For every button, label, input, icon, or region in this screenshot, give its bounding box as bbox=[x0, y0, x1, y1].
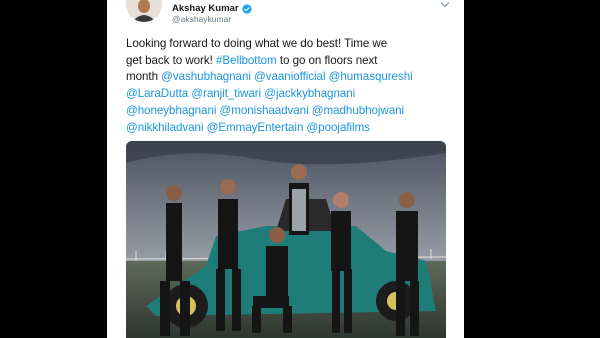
avatar[interactable] bbox=[126, 0, 162, 22]
hashtag-link[interactable]: #Bellbottom bbox=[216, 54, 277, 67]
mention-link[interactable]: @EmmayEntertain bbox=[207, 121, 304, 134]
tweet-text-line: @nikkhiladvani @EmmayEntertain @poojafil… bbox=[126, 120, 456, 137]
tweet-card: Akshay Kumar @akshaykumar Looking forwar… bbox=[107, 0, 464, 338]
tweet-text-segment: to go on floors next bbox=[276, 53, 378, 67]
mention-link[interactable]: @humasqureshi bbox=[329, 70, 413, 83]
mention-link[interactable]: @ranjit_tiwari bbox=[191, 87, 261, 100]
mention-link[interactable]: @honeybhagnani bbox=[126, 104, 216, 117]
tweet-photo[interactable] bbox=[126, 141, 446, 338]
mention-link[interactable]: @LaraDutta bbox=[126, 87, 188, 100]
mention-link[interactable]: @nikkhiladvani bbox=[126, 121, 204, 134]
mention-link[interactable]: @vaaniofficial bbox=[254, 70, 326, 83]
verified-badge-icon bbox=[241, 3, 252, 14]
mention-link[interactable]: @jackkybhagnani bbox=[264, 87, 355, 100]
tweet-text-line: month @vashubhagnani @vaaniofficial @hum… bbox=[126, 69, 456, 86]
tweet-text-line: get back to work! #Bellbottom to go on f… bbox=[126, 53, 456, 70]
user-handle[interactable]: @akshaykumar bbox=[172, 14, 231, 24]
mention-link[interactable]: @madhubhojwani bbox=[312, 104, 404, 117]
display-name[interactable]: Akshay Kumar bbox=[172, 3, 239, 14]
author-name-row: Akshay Kumar bbox=[172, 3, 252, 14]
tweet-text-line: @LaraDutta @ranjit_tiwari @jackkybhagnan… bbox=[126, 86, 456, 103]
tweet-text-segment: get back to work! bbox=[126, 53, 216, 67]
cast-photo-image bbox=[126, 141, 446, 338]
tweet-text-line: @honeybhagnani @monishaadvani @madhubhoj… bbox=[126, 103, 456, 120]
mention-link[interactable]: @poojafilms bbox=[307, 121, 370, 134]
mention-link[interactable]: @monishaadvani bbox=[220, 104, 309, 117]
tweet-text: Looking forward to doing what we do best… bbox=[126, 36, 456, 136]
mention-link[interactable]: @vashubhagnani bbox=[161, 70, 251, 83]
chevron-down-icon[interactable] bbox=[440, 1, 450, 9]
tweet-text-segment: month bbox=[126, 70, 162, 84]
tweet-text-segment: Looking forward to doing what we do best… bbox=[126, 37, 388, 50]
tweet-text-line: Looking forward to doing what we do best… bbox=[126, 36, 456, 53]
